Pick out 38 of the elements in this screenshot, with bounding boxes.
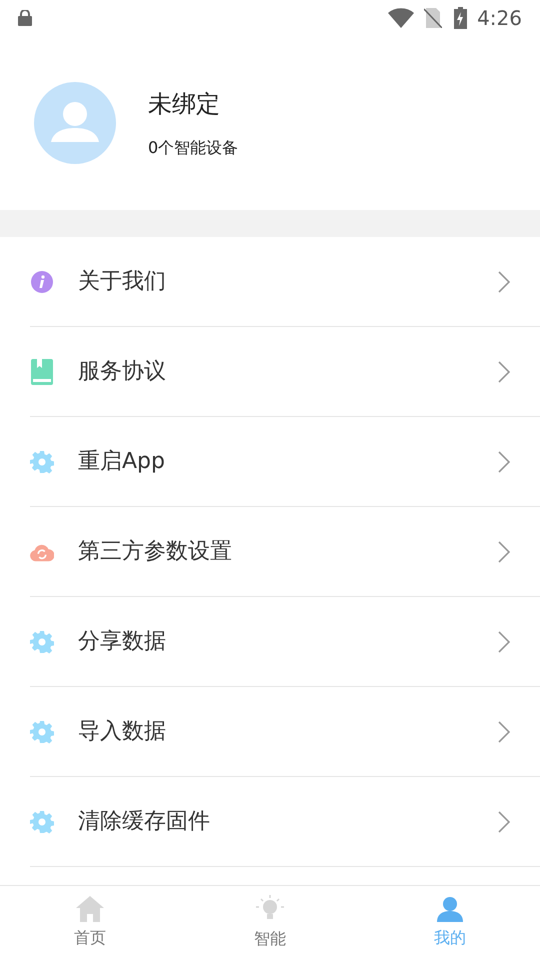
gear-icon: [30, 630, 54, 654]
lock-icon: [18, 10, 32, 26]
menu-item[interactable]: 关于我们: [30, 237, 540, 327]
menu-item[interactable]: 分享数据: [30, 597, 540, 687]
device-count: 0个智能设备: [148, 137, 238, 159]
menu-item[interactable]: 导入数据: [30, 687, 540, 777]
home-icon: [76, 896, 104, 922]
info-icon: [30, 270, 54, 294]
menu-item[interactable]: 重启App: [30, 417, 540, 507]
chevron-icon: [498, 720, 510, 742]
chevron-icon: [498, 450, 510, 472]
status-time: 4:26: [477, 5, 522, 32]
menu-label: 第三方参数设置: [78, 538, 232, 566]
book-icon: [31, 358, 53, 384]
chevron-icon: [498, 540, 510, 562]
menu-label: 关于我们: [78, 268, 166, 296]
chevron-icon: [498, 270, 510, 292]
chevron-icon: [498, 810, 510, 832]
gear-icon: [30, 450, 54, 474]
battery-icon: [454, 7, 468, 29]
profile-name: 未绑定: [148, 89, 221, 120]
menu-label: 导入数据: [78, 718, 166, 746]
menu-item[interactable]: 服务协议: [30, 327, 540, 417]
menu-item[interactable]: 第三方参数设置: [30, 507, 540, 597]
menu-label: 分享数据: [78, 628, 166, 656]
chevron-icon: [498, 360, 510, 382]
nav-tab[interactable]: 首页: [0, 886, 180, 960]
nav-tab[interactable]: 智能: [180, 886, 360, 960]
no-sim-icon: [424, 8, 442, 28]
person-icon: [437, 896, 463, 922]
gear-icon: [30, 810, 54, 834]
menu-label: 清除缓存固件: [78, 808, 210, 836]
wifi-icon: [388, 8, 414, 28]
menu-item[interactable]: 清除缓存固件: [30, 777, 540, 867]
menu-label: 重启App: [78, 448, 165, 476]
gear-icon: [30, 720, 54, 744]
chevron-icon: [498, 630, 510, 652]
menu-label: 服务协议: [78, 358, 166, 386]
